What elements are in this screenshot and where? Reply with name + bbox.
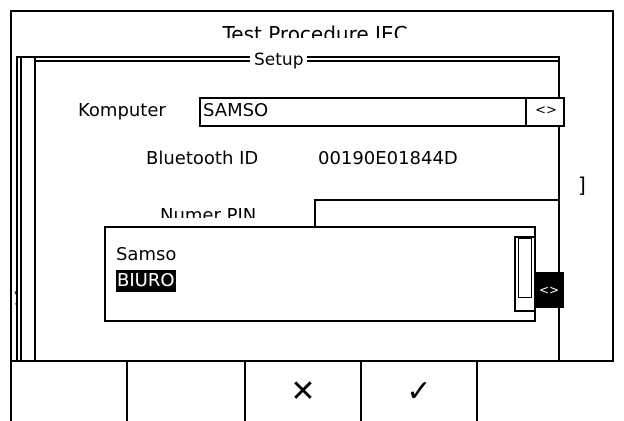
softkey-2-blank[interactable] — [128, 362, 244, 421]
pin-field-edge — [558, 199, 560, 239]
computer-label: Komputer — [78, 100, 166, 121]
softkey-5-blank[interactable] — [478, 362, 612, 421]
computer-field-value: SAMSO — [203, 100, 269, 121]
bluetooth-id-label: Bluetooth ID — [146, 148, 259, 169]
close-icon: ✕ — [290, 374, 316, 409]
bluetooth-id-value: 00190E01844D — [318, 148, 458, 169]
pin-label-clip: Numer PIN — [160, 206, 300, 219]
list-item-selected[interactable]: BIURO — [116, 270, 176, 292]
cancel-button[interactable]: ✕ — [246, 362, 360, 421]
softkey-1-blank[interactable] — [12, 362, 126, 421]
dialog-border-inner-left — [20, 56, 22, 362]
background-title: Test Procedure IEC — [222, 24, 408, 38]
check-icon: ✓ — [406, 374, 432, 409]
dialog-border-inner-left-2 — [34, 56, 36, 362]
background-bracket: ] — [578, 173, 586, 197]
computer-cycle-button[interactable]: <> — [528, 103, 564, 119]
computer-field-separator — [525, 97, 527, 127]
list-scrollbar-thumb[interactable] — [518, 238, 532, 298]
dialog-title: Setup — [250, 51, 308, 69]
list-item[interactable]: Samso — [116, 244, 176, 266]
list-side-button-label: <> — [538, 283, 560, 297]
confirm-button[interactable]: ✓ — [362, 362, 476, 421]
pin-label: Numer PIN — [160, 206, 257, 219]
